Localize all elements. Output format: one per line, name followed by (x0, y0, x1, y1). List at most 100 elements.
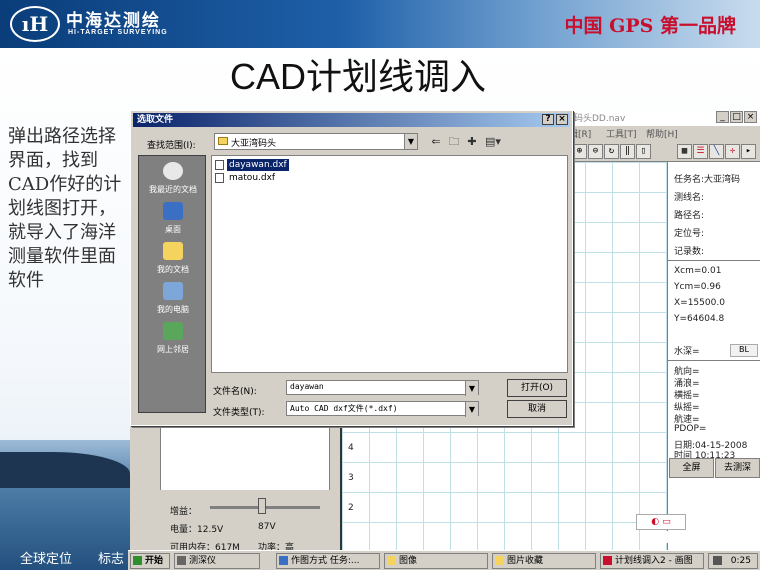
system-tray: 0:25 (708, 553, 758, 569)
grid-icon[interactable]: ▦ (677, 144, 692, 159)
task-images[interactable]: 图像 (384, 553, 488, 569)
file-item[interactable]: matou.dxf (215, 172, 285, 184)
taskbar: 开始 测深仪 作图方式 任务:... 图像 图片收藏 计划线调入2 - 画图 0… (128, 550, 760, 570)
task-label: 测深仪 (189, 556, 217, 566)
footer-text-left: 全球定位 (20, 552, 73, 567)
refresh-icon[interactable]: ↻ (604, 144, 619, 159)
task-label: 图像 (399, 556, 418, 566)
xcm-value: Xcm=0.01 (674, 266, 722, 276)
task-pictures[interactable]: 图片收藏 (492, 553, 596, 569)
divider (668, 360, 760, 361)
ycm-value: Ycm=0.96 (674, 282, 721, 292)
chevron-down-icon[interactable]: ▼ (404, 134, 417, 149)
slogan: 中国 GPS 第一品牌 (564, 15, 736, 37)
chevron-down-icon[interactable]: ▼ (465, 381, 478, 396)
sounder-button[interactable]: 去测深 (715, 458, 760, 478)
watermark: 测量 (678, 532, 711, 551)
task-sounder[interactable]: 测深仪 (174, 553, 260, 569)
dialog-title: 选取文件 (137, 115, 174, 125)
cross-icon[interactable]: ✛ (725, 144, 740, 159)
start-label: 开始 (145, 556, 164, 566)
app-title: 码头DD.nav (574, 114, 626, 124)
company-name-cn: 中海达测绘 (66, 11, 161, 31)
page-icon[interactable]: ▯ (636, 144, 651, 159)
record-count: 记录数: (674, 247, 705, 257)
filetype-select[interactable]: Auto CAD dxf文件(*.dxf) ▼ (286, 401, 479, 417)
close-icon[interactable]: × (744, 111, 757, 123)
place-network[interactable]: 网上邻居 (139, 322, 207, 360)
filename-value: dayawan (290, 382, 324, 391)
divider (668, 260, 760, 261)
info-panel: 任务名:大亚湾码 测线名: 路径名: 定位号: 记录数: Xcm=0.01 Yc… (667, 162, 760, 550)
view-menu-icon[interactable]: ▤▾ (482, 134, 504, 150)
axis-tick: 2 (348, 503, 354, 513)
close-icon[interactable]: × (556, 114, 568, 125)
zoom-out-icon[interactable]: ⊖ (588, 144, 603, 159)
slide-title: CAD计划线调入 (230, 56, 487, 97)
voltage-value: 电量：12.5V (170, 525, 224, 535)
place-label: 桌面 (165, 225, 181, 234)
file-item[interactable]: dayawan.dxf (215, 159, 289, 171)
task-paint[interactable]: 计划线调入2 - 画图 (600, 553, 704, 569)
filetype-value: Auto CAD dxf文件(*.dxf) (290, 404, 398, 413)
speaker-icon[interactable] (713, 556, 722, 565)
place-recent[interactable]: 我最近的文档 (139, 162, 207, 200)
minimize-icon[interactable]: _ (716, 111, 729, 123)
filename-input[interactable]: dayawan ▼ (286, 380, 479, 396)
filename-label: 文件名(N): (213, 387, 257, 397)
file-name: matou.dxf (229, 173, 276, 183)
wechat-icon (660, 531, 676, 543)
paint-icon (603, 556, 612, 565)
toolbar-more-icon[interactable]: ▸ (741, 144, 756, 159)
recent-docs-icon (163, 162, 183, 180)
app-icon (177, 556, 186, 565)
lookin-dropdown[interactable]: 大亚湾码头 ▼ (214, 133, 418, 150)
task-label: 计划线调入2 - 画图 (615, 556, 693, 566)
gain-slider-thumb[interactable] (258, 498, 266, 514)
place-label: 我的文档 (157, 265, 189, 274)
lookin-value: 大亚湾码头 (231, 139, 277, 149)
file-name: dayawan.dxf (227, 159, 289, 171)
gain-controls: 增益： 电量：12.5V 87V 可用内存：617M 功率：高 (150, 490, 340, 553)
list-icon[interactable]: ☰ (693, 144, 708, 159)
help-icon[interactable]: ? (542, 114, 554, 125)
places-bar: 我最近的文档 桌面 我的文档 我的电脑 网上邻居 (138, 155, 206, 413)
maximize-icon[interactable]: □ (730, 111, 743, 123)
back-icon[interactable]: ⇐ (428, 134, 444, 150)
cancel-button[interactable]: 取消 (507, 400, 567, 418)
place-label: 我最近的文档 (149, 185, 197, 194)
start-button[interactable]: 开始 (130, 553, 170, 569)
task-name: 任务名:大亚湾码 (674, 175, 741, 185)
zoom-in-icon[interactable]: ⊕ (572, 144, 587, 159)
folder-icon (495, 556, 504, 565)
place-my-documents[interactable]: 我的文档 (139, 242, 207, 280)
fix-number: 定位号: (674, 229, 705, 239)
folder-icon (218, 137, 228, 145)
file-list[interactable]: dayawan.dxf matou.dxf (211, 155, 568, 373)
footer-text-mid: 标志 (98, 552, 125, 567)
desktop-icon (163, 202, 183, 220)
chevron-down-icon[interactable]: ▼ (465, 402, 478, 417)
voltage2-value: 87V (258, 522, 276, 532)
place-label: 网上邻居 (157, 345, 189, 354)
pause-icon[interactable]: ‖ (620, 144, 635, 159)
new-folder-icon[interactable]: ✚ (464, 134, 480, 150)
line-icon[interactable]: ╲ (709, 144, 724, 159)
open-button[interactable]: 打开(O) (507, 379, 567, 397)
place-desktop[interactable]: 桌面 (139, 202, 207, 240)
fullscreen-button[interactable]: 全屏 (669, 458, 714, 478)
dialog-titlebar: 选取文件 ? × (133, 113, 570, 127)
place-label: 我的电脑 (157, 305, 189, 314)
place-my-computer[interactable]: 我的电脑 (139, 282, 207, 320)
axis-tick: 4 (348, 443, 354, 453)
up-folder-icon[interactable]: 🗀 (446, 134, 462, 150)
folder-icon (387, 556, 396, 565)
slide-header: ıH 中海达测绘 HI-TARGET SURVEYING 中国 GPS 第一品牌 (0, 0, 760, 48)
network-icon (163, 322, 183, 340)
bl-button[interactable]: BL (730, 344, 758, 357)
filetype-label: 文件类型(T): (213, 408, 265, 418)
menu-help[interactable]: 帮助[H] (646, 127, 678, 140)
task-plot[interactable]: 作图方式 任务:... (276, 553, 380, 569)
company-name-en: HI-TARGET SURVEYING (68, 29, 168, 36)
menu-tools[interactable]: 工具[T] (606, 127, 637, 140)
